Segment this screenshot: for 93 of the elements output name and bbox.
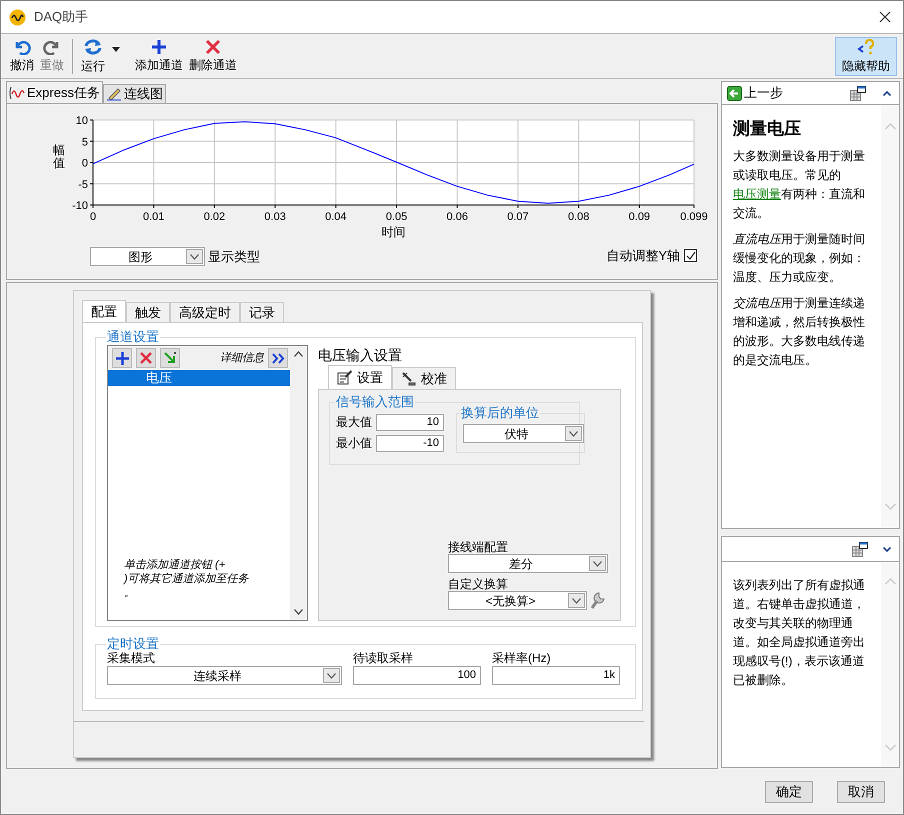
plus-icon (116, 352, 128, 364)
config-tab[interactable]: 高级定时 (170, 302, 240, 322)
x-icon (205, 39, 221, 55)
tick-label: -10 (72, 200, 88, 212)
help-icon (857, 38, 875, 56)
help-title: 测量电压 (733, 118, 802, 140)
help-paragraph: 大多数测量设备用于测量或读取电压。常见的 电压测量有两种：直流和交流。 (733, 148, 866, 222)
details-label: 详细信息 (220, 350, 264, 366)
diagonal-arrow-icon (163, 351, 177, 365)
number-field[interactable]: 10 (376, 414, 444, 430)
help-paragraph: 该列表列出了所有虚拟通道。右键单击虚拟通道，改变与其关联的物理通道。如全局虚拟通道旁出现感叹号(!)，表示该通道已被删除。 (733, 577, 866, 690)
tick-label: 0 (82, 158, 88, 170)
tick-label: 5 (82, 136, 88, 148)
plus-icon (151, 39, 167, 55)
toolbar-button[interactable]: 运行 (78, 37, 108, 76)
window-title: DAQ助手 (34, 8, 88, 26)
double-chevron-icon (272, 352, 284, 364)
number-field[interactable]: -10 (376, 434, 444, 452)
group-title: 通道设置 (106, 329, 160, 345)
checkbox-label: 自动调整Y轴 (606, 247, 680, 265)
settings-tab[interactable]: 校准 (392, 367, 456, 389)
app-logo-icon (9, 8, 26, 26)
toolbar-button[interactable]: 添加通道 (132, 37, 186, 76)
toolbar-button[interactable]: 撤消 (7, 37, 37, 76)
redo-icon (43, 39, 61, 55)
x-icon (140, 352, 152, 364)
field-label: 采集模式 (107, 651, 156, 666)
collapse-up-icon[interactable] (883, 90, 891, 96)
help-paragraph: 交流电压用于测量连续递增和递减，然后转换极性的波形。大多数电线传递的是交流电压。 (733, 295, 866, 369)
config-tab[interactable]: 触发 (126, 302, 170, 322)
document-edit-icon (337, 370, 353, 385)
display-type-dropdown[interactable]: 图形 (90, 247, 205, 266)
group-title: 换算后的单位 (460, 405, 540, 421)
scroll-down-icon[interactable] (294, 609, 303, 615)
pencil-icon (106, 87, 122, 101)
tick-label: 0.08 (568, 211, 590, 223)
view-tab[interactable]: Express任务 (6, 81, 103, 103)
field-label: 自定义换算 (448, 577, 509, 591)
config-tab[interactable]: 记录 (240, 302, 284, 322)
tick-label: 0.04 (325, 211, 347, 223)
axis-title: 幅值 (53, 144, 65, 170)
custom-scaling-dropdown[interactable]: <无换算> (448, 591, 587, 610)
config-tab[interactable]: 配置 (82, 300, 126, 322)
dialog-button[interactable]: 确定 (765, 780, 813, 802)
tick-label: 0.02 (204, 211, 226, 223)
autoscale-checkbox[interactable] (684, 249, 697, 262)
number-field[interactable]: 1k (492, 666, 620, 685)
field-label: 采样率(Hz) (492, 651, 552, 666)
section-title: 电压输入设置 (318, 346, 403, 364)
channel-item[interactable]: 电压 (108, 370, 290, 386)
group-title: 定时设置 (106, 636, 160, 652)
field-label: 最大值 (336, 414, 373, 431)
back-button[interactable]: 上一步 (727, 83, 783, 103)
expand-down-icon[interactable] (883, 546, 891, 552)
tick-label: 0.099 (680, 211, 708, 223)
field-label: 显示类型 (208, 248, 260, 266)
tick-label: -5 (78, 178, 88, 191)
terminal-config-dropdown[interactable]: 差分 (448, 554, 608, 573)
help-paragraph: 直流电压用于测量随时间缓慢变化的现象，例如：温度、压力或应变。 (733, 231, 866, 286)
axis-title: 时间 (382, 225, 406, 239)
toolbar-button[interactable]: 删除通道 (186, 37, 240, 76)
tick-label: 0.07 (507, 211, 529, 223)
number-field[interactable]: 100 (353, 666, 481, 685)
field-label: 最小值 (336, 435, 373, 452)
tick-label: 0 (90, 211, 96, 223)
undo-icon (13, 39, 31, 55)
help-link[interactable]: 电压测量 (733, 187, 781, 201)
refresh-icon (83, 38, 103, 56)
dialog-button[interactable]: 取消 (837, 780, 885, 802)
window-layout-icon[interactable] (850, 86, 866, 100)
dropdown-arrow-icon (112, 47, 120, 52)
field-label: 待读取采样 (353, 651, 414, 666)
window-layout-icon[interactable] (852, 542, 868, 557)
tick-label: 0.01 (143, 211, 164, 223)
hide-help-button[interactable]: 隐藏帮助 (835, 37, 897, 76)
tick-label: 0.05 (386, 211, 408, 223)
units-dropdown[interactable]: 伏特 (463, 424, 584, 443)
back-arrow-icon (727, 86, 742, 100)
scrollbar[interactable] (290, 346, 307, 620)
details-button[interactable] (268, 348, 288, 368)
tick-label: 0.06 (446, 211, 468, 223)
settings-tab[interactable]: 设置 (328, 365, 392, 389)
waveform-icon (9, 86, 25, 100)
tick-label: 0.09 (628, 211, 650, 223)
field-label: 接线端配置 (448, 540, 509, 554)
view-tab[interactable]: 连线图 (102, 84, 166, 103)
group-title: 信号输入范围 (335, 394, 415, 410)
scroll-up-icon[interactable] (294, 351, 303, 357)
channel-list-hint: 单击添加通道按钮 (+ )可将其它通道添加至任务 。 (122, 558, 250, 601)
acquisition-mode-dropdown[interactable]: 连续采样 (107, 666, 342, 685)
tick-label: 10 (76, 115, 88, 127)
close-icon[interactable] (879, 11, 891, 23)
tick-label: 0.03 (264, 211, 286, 223)
